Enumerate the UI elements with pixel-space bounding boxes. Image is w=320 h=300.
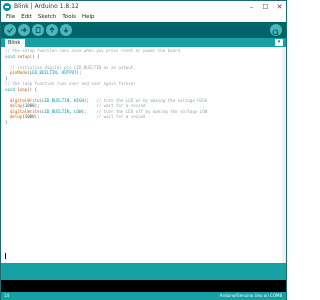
tab-label: Blink <box>8 40 21 46</box>
status-bar: 14 Arduino/Genuino Uno on COM8 <box>1 292 286 300</box>
menu-bar: File Edit Sketch Tools Help <box>1 13 286 22</box>
text-cursor <box>5 253 6 259</box>
sketch-code: // the setup function runs once when you… <box>5 48 207 125</box>
new-sketch-button[interactable] <box>32 24 44 36</box>
open-sketch-button[interactable] <box>46 24 58 36</box>
tab-strip: Blink ▾ <box>1 38 286 47</box>
menu-file[interactable]: File <box>3 13 18 22</box>
tab-blink[interactable]: Blink <box>5 39 25 47</box>
minimize-button[interactable]: – <box>248 2 255 12</box>
title-bar: Blink | Arduino 1.8.12 – ☐ ✕ <box>1 1 286 13</box>
menu-edit[interactable]: Edit <box>18 13 35 22</box>
toolbar <box>1 22 286 38</box>
window-controls: – ☐ ✕ <box>248 2 283 12</box>
verify-button[interactable] <box>4 24 16 36</box>
editor-scrollbar[interactable] <box>282 47 286 263</box>
code-line: } <box>5 119 8 125</box>
message-area <box>1 263 286 280</box>
code-editor[interactable]: // the setup function runs once when you… <box>1 47 286 263</box>
current-line-number: 14 <box>4 293 10 298</box>
board-port-info: Arduino/Genuino Uno on COM8 <box>219 293 282 298</box>
close-button[interactable]: ✕ <box>276 2 283 12</box>
menu-help[interactable]: Help <box>79 13 98 22</box>
arduino-ide-window: Blink | Arduino 1.8.12 – ☐ ✕ File Edit S… <box>0 0 287 300</box>
code-line: // the setup function runs once when you… <box>5 48 180 53</box>
window-title: Blink | Arduino 1.8.12 <box>14 3 79 10</box>
menu-tools[interactable]: Tools <box>59 13 79 22</box>
menu-sketch[interactable]: Sketch <box>35 13 60 22</box>
arrow-up-icon <box>49 26 55 33</box>
save-sketch-button[interactable] <box>60 24 72 36</box>
arrow-right-icon <box>21 27 27 33</box>
check-icon <box>7 27 14 33</box>
serial-monitor-button[interactable] <box>270 24 282 37</box>
console-output[interactable] <box>1 280 286 292</box>
tab-menu-button[interactable]: ▾ <box>275 39 283 46</box>
new-file-icon <box>35 27 41 33</box>
maximize-button[interactable]: ☐ <box>262 2 269 12</box>
upload-button[interactable] <box>18 24 30 36</box>
arrow-down-icon <box>63 27 69 34</box>
arduino-logo-icon <box>3 3 11 11</box>
